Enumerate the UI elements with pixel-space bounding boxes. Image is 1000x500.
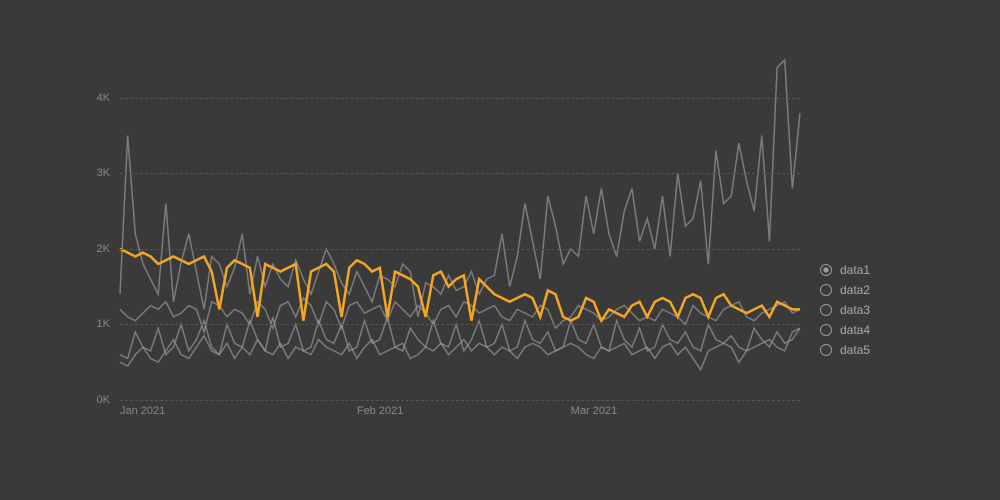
chart: 0K 1K 2K 3K 4K Jan 2021 Feb 2021 Mar 2021	[80, 60, 800, 420]
legend-swatch-icon	[820, 344, 832, 356]
series-data3	[120, 298, 800, 332]
x-tick-label: Feb 2021	[357, 405, 403, 417]
plot-area	[120, 60, 800, 400]
chart-lines	[120, 60, 800, 400]
gridline	[120, 173, 800, 174]
series-data4	[120, 317, 800, 359]
legend-item-data2[interactable]: data2	[820, 280, 870, 300]
x-tick-label: Jan 2021	[120, 405, 165, 417]
gridline	[120, 324, 800, 325]
x-tick-label: Mar 2021	[571, 405, 617, 417]
legend-label: data3	[840, 303, 870, 317]
legend-label: data1	[840, 263, 870, 277]
legend-label: data5	[840, 343, 870, 357]
y-tick-label: 3K	[80, 167, 110, 179]
legend-item-data5[interactable]: data5	[820, 340, 870, 360]
legend-swatch-icon	[820, 264, 832, 276]
legend-item-data4[interactable]: data4	[820, 320, 870, 340]
y-tick-label: 2K	[80, 243, 110, 255]
y-tick-label: 0K	[80, 394, 110, 406]
legend-label: data2	[840, 283, 870, 297]
y-tick-label: 1K	[80, 318, 110, 330]
legend-item-data1[interactable]: data1	[820, 260, 870, 280]
legend-label: data4	[840, 323, 870, 337]
legend-swatch-icon	[820, 284, 832, 296]
gridline	[120, 249, 800, 250]
legend: data1 data2 data3 data4 data5	[820, 260, 870, 360]
gridline	[120, 98, 800, 99]
legend-swatch-icon	[820, 324, 832, 336]
legend-item-data3[interactable]: data3	[820, 300, 870, 320]
legend-swatch-icon	[820, 304, 832, 316]
y-tick-label: 4K	[80, 92, 110, 104]
gridline	[120, 400, 800, 401]
